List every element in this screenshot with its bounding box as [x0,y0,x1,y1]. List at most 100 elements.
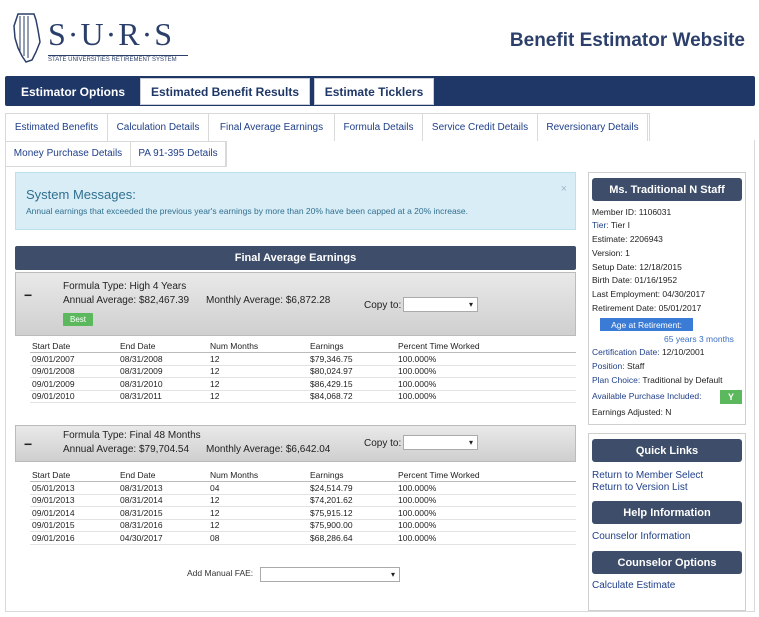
cell: 08/31/2016 [118,519,208,532]
col-end-date: End Date [118,340,208,353]
setup-date-label: Setup Date: [592,262,637,272]
table-row: 09/01/2016 04/30/2017 08 $68,286.64 100.000% [30,531,576,545]
cell: 09/01/2010 [30,390,118,403]
plan-choice: Plan Choice: Traditional by Default [592,375,722,385]
copy-to-label: Copy to: [364,438,402,449]
certification-date: Certification Date: 12/10/2001 [592,347,704,357]
plan-choice-label: Plan Choice: [592,375,641,385]
cell: 08/31/2014 [118,494,208,507]
subtab-formula-details[interactable]: Formula Details [335,114,423,141]
member-id-value: 1106031 [638,207,672,217]
copy-to-select[interactable]: ▾ [403,297,478,312]
annual-average-label: Annual Average: [63,444,137,455]
retirement-date-value: 05/01/2017 [658,303,702,313]
fae-table-final-48-months: Start Date End Date Num Months Earnings … [30,469,576,545]
col-earnings: Earnings [308,469,396,482]
age-at-retirement-button[interactable]: Age at Retirement: [600,318,693,331]
subtab-reversionary-details[interactable]: Reversionary Details [538,114,648,141]
col-percent-time: Percent Time Worked [396,469,576,482]
setup-date: Setup Date: 12/18/2015 [592,262,682,272]
tier: Tier: Tier I [592,220,630,230]
cell: 12 [208,494,308,507]
collapse-icon[interactable]: − [24,436,32,452]
cell: 08/31/2015 [118,506,208,520]
monthly-average-label: Monthly Average: [206,444,284,455]
estimate-label: Estimate: [592,234,628,244]
copy-to-select[interactable]: ▾ [403,435,478,450]
add-manual-fae-select[interactable]: ▾ [260,567,400,582]
table-row: 09/01/2014 08/31/2015 12 $75,915.12 100.000% [30,506,576,520]
subtab-pa-91-395-details[interactable]: PA 91-395 Details [131,141,226,166]
cell: 100.000% [396,494,576,507]
subtab-final-average-earnings[interactable]: Final Average Earnings [209,114,335,141]
cell: 09/01/2015 [30,519,118,532]
formula-type: Formula Type: Final 48 Months [63,430,201,441]
cell: 12 [208,365,308,378]
table-row: 09/01/2009 08/31/2010 12 $86,429.15 100.000% [30,377,576,391]
cell: 04 [208,481,308,495]
member-id: Member ID: 1106031 [592,207,671,217]
logo-subtitle: STATE UNIVERSITIES RETIREMENT SYSTEM [48,55,188,63]
cell: $84,068.72 [308,390,396,403]
monthly-average: Monthly Average: $6,642.04 [206,444,330,455]
formula-type-label: Formula Type: [63,281,127,292]
subtab-service-credit-details[interactable]: Service Credit Details [423,114,538,141]
subtab-estimated-benefits[interactable]: Estimated Benefits [6,114,108,141]
cell: 100.000% [396,531,576,545]
earnings-adjusted-value: N [665,407,672,417]
cell: 12 [208,506,308,520]
cell: 09/01/2008 [30,365,118,378]
tier-label: Tier: [592,220,609,230]
formula-type: Formula Type: High 4 Years [63,281,186,292]
cell: 12 [208,352,308,366]
tab-estimator-options[interactable]: Estimator Options [11,78,135,105]
available-purchase-label: Available Purchase Included: [592,391,702,401]
best-badge: Best [63,313,94,326]
close-icon[interactable]: × [561,183,567,195]
version-value: 1 [625,248,630,258]
formula-panel-high-4-years: − Formula Type: High 4 Years Annual Aver… [15,272,576,336]
counselor-information-link[interactable]: Counselor Information [592,531,690,542]
version: Version: 1 [592,248,630,258]
table-row: 09/01/2007 08/31/2008 12 $79,346.75 100.000% [30,352,576,366]
member-name-button[interactable]: Ms. Traditional N Staff [592,178,742,201]
subtab-money-purchase-details[interactable]: Money Purchase Details [6,141,131,166]
estimate-value: 2206943 [629,234,663,244]
table-row: 09/01/2008 08/31/2009 12 $80,024.97 100.000% [30,365,576,378]
cell: $86,429.15 [308,377,396,391]
return-to-version-list-link[interactable]: Return to Version List [592,482,688,493]
cell: 09/01/2009 [30,377,118,391]
last-employment: Last Employment: 04/30/2017 [592,289,705,299]
copy-to-label: Copy to: [364,300,402,311]
tab-estimate-ticklers[interactable]: Estimate Ticklers [314,78,434,105]
cell: 100.000% [396,519,576,532]
monthly-average-label: Monthly Average: [206,295,284,306]
fae-table-high-4-years: Start Date End Date Num Months Earnings … [30,340,576,403]
logo-text: S·U·R·S [48,16,175,52]
annual-average: Annual Average: $82,467.39 [63,295,189,306]
illinois-map-icon [13,13,41,63]
col-num-months: Num Months [208,340,308,353]
col-end-date: End Date [118,469,208,482]
member-id-label: Member ID: [592,207,637,217]
last-employment-value: 04/30/2017 [662,289,705,299]
certification-date-label: Certification Date: [592,347,660,357]
cell: 04/30/2017 [118,531,208,545]
available-purchase-badge: Y [720,390,742,404]
quick-links-header: Quick Links [592,439,742,462]
cell: 09/01/2007 [30,352,118,366]
calculate-estimate-link[interactable]: Calculate Estimate [592,580,675,591]
col-earnings: Earnings [308,340,396,353]
cell: 08/31/2011 [118,390,208,403]
cell: $68,286.64 [308,531,396,545]
version-label: Version: [592,248,623,258]
cell: 100.000% [396,506,576,520]
tab-estimated-benefit-results[interactable]: Estimated Benefit Results [140,78,310,105]
col-start-date: Start Date [30,469,118,482]
table-row: 05/01/2013 08/31/2013 04 $24,514.79 100.000% [30,481,576,495]
collapse-icon[interactable]: − [24,287,32,303]
subtab-calculation-details[interactable]: Calculation Details [108,114,209,141]
header: S·U·R·S STATE UNIVERSITIES RETIREMENT SY… [0,0,759,76]
cell: 100.000% [396,352,576,366]
return-to-member-select-link[interactable]: Return to Member Select [592,470,703,481]
